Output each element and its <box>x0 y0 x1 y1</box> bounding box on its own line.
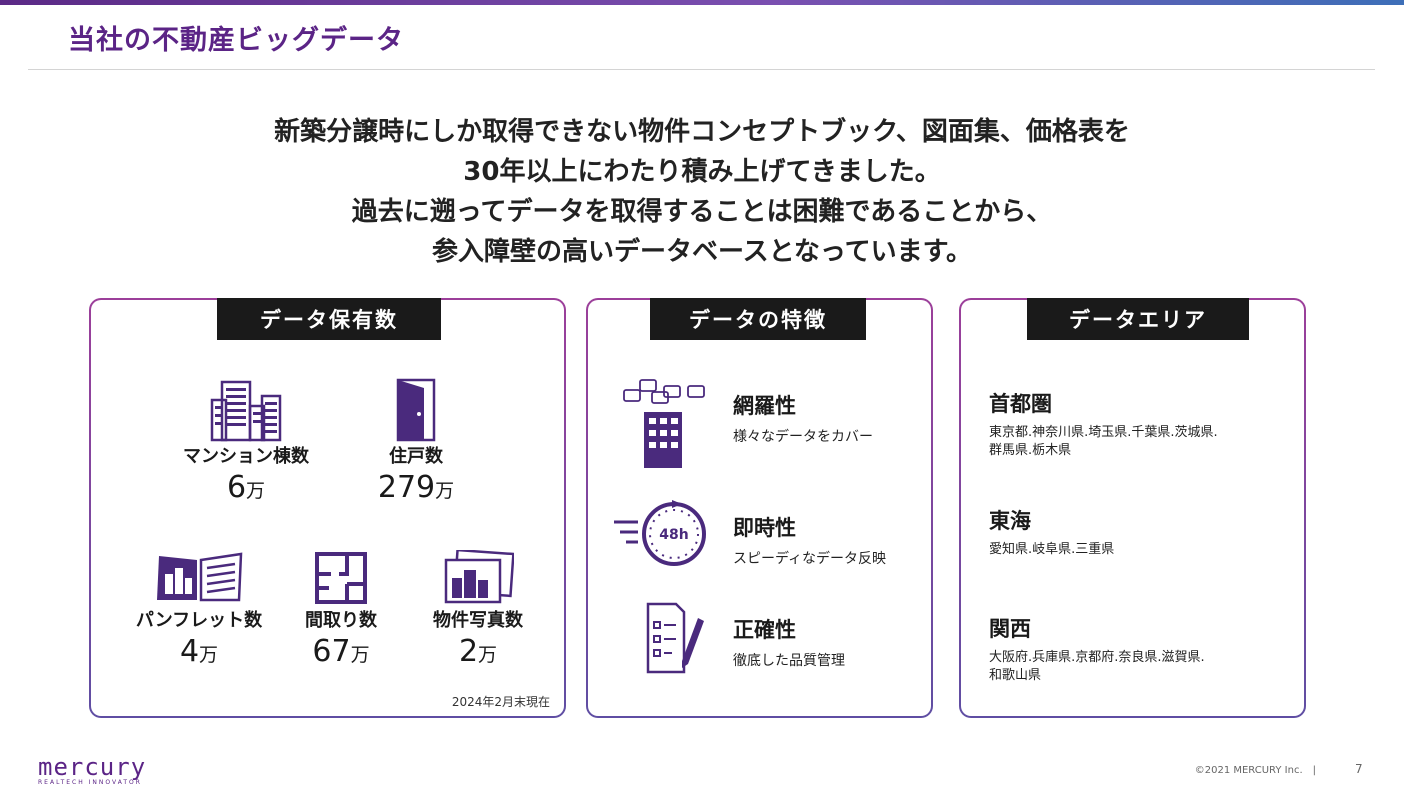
stat-value: 279万 <box>377 470 455 505</box>
lead-line: 30年以上にわたり積み上げてきました。 <box>463 157 941 187</box>
mercury-logo: mercury REALTECH INNOVATOR <box>38 753 147 786</box>
page-number: 7 <box>1355 762 1363 776</box>
stat-brochures: パンフレット数 4万 <box>129 550 269 669</box>
lead-line: 新築分譲時にしか取得できない物件コンセプトブック、図面集、価格表を <box>274 117 1130 147</box>
building-chat-icon <box>623 379 705 468</box>
feature-name: 正確性 <box>733 618 796 642</box>
stat-label: 住戸数 <box>389 446 443 467</box>
panel-title: データ保有数 <box>217 298 441 340</box>
stat-value: 2万 <box>458 634 498 669</box>
holdings-panel: データ保有数 マンション棟数 6万 住戸数 279万 パンフレット数 4万 間取… <box>89 298 566 718</box>
area-tokai: 東海 愛知県.岐阜県.三重県 <box>989 505 1289 559</box>
stat-label: マンション棟数 <box>183 446 309 467</box>
areas-panel: データエリア 首都圏 東京都.神奈川県.埼玉県.千葉県.茨城県. 群馬県.栃木県 … <box>959 298 1306 718</box>
feature-desc: 様々なデータをカバー <box>733 429 873 445</box>
panel-title: データの特徴 <box>650 298 866 340</box>
stat-value: 67万 <box>312 634 370 669</box>
stat-units: 住戸数 279万 <box>356 378 476 505</box>
brochure-icon <box>157 552 243 602</box>
stat-label: 物件写真数 <box>433 610 523 631</box>
stat-value: 4万 <box>179 634 219 669</box>
clock-48h-icon: 48h <box>614 500 706 566</box>
stat-label: パンフレット数 <box>135 610 263 631</box>
feature-desc: スピーディなデータ反映 <box>733 551 887 567</box>
photos-icon <box>444 550 514 604</box>
door-icon <box>396 378 436 442</box>
feature-name: 網羅性 <box>733 394 796 418</box>
area-list: 東京都.神奈川県.埼玉県.千葉県.茨城県. 群馬県.栃木県 <box>989 425 1218 458</box>
area-name: 東海 <box>989 509 1031 533</box>
top-accent-bar <box>0 0 1404 5</box>
title-divider <box>28 69 1375 70</box>
floorplan-icon <box>315 552 367 604</box>
stat-mansions: マンション棟数 6万 <box>171 378 321 505</box>
buildings-icon <box>210 380 282 442</box>
features-panel: データの特徴 網羅性 様々なデータをカバー 48h 即時性 スピーディなデータ反… <box>586 298 933 718</box>
as-of-note: 2024年2月末現在 <box>451 695 550 709</box>
lead-text: 新築分譲時にしか取得できない物件コンセプトブック、図面集、価格表を 30年以上に… <box>0 112 1404 272</box>
page-title: 当社の不動産ビッグデータ <box>68 25 404 56</box>
clock-48h-text: 48h <box>659 527 688 543</box>
area-list: 大阪府.兵庫県.京都府.奈良県.滋賀県. 和歌山県 <box>989 650 1205 683</box>
feature-accuracy: 正確性 徹底した品質管理 <box>588 602 931 682</box>
panel-title: データエリア <box>1027 298 1249 340</box>
area-list: 愛知県.岐阜県.三重県 <box>989 542 1115 557</box>
area-name: 関西 <box>989 617 1031 641</box>
stat-floorplans: 間取り数 67万 <box>291 550 391 669</box>
feature-speed: 48h 即時性 スピーディなデータ反映 <box>588 500 931 580</box>
stat-value: 6万 <box>226 470 266 505</box>
stat-label: 間取り数 <box>305 610 377 631</box>
feature-desc: 徹底した品質管理 <box>733 653 845 669</box>
checklist-icon <box>646 602 704 674</box>
area-name: 首都圏 <box>989 392 1052 416</box>
feature-name: 即時性 <box>733 516 796 540</box>
lead-line: 参入障壁の高いデータベースとなっています。 <box>431 237 973 267</box>
area-kansai: 関西 大阪府.兵庫県.京都府.奈良県.滋賀県. 和歌山県 <box>989 613 1289 685</box>
copyright: ©2021 MERCURY Inc. | <box>1194 765 1316 776</box>
feature-coverage: 網羅性 様々なデータをカバー <box>588 378 931 468</box>
stat-photos: 物件写真数 2万 <box>413 550 543 669</box>
area-shutoken: 首都圏 東京都.神奈川県.埼玉県.千葉県.茨城県. 群馬県.栃木県 <box>989 388 1289 460</box>
lead-line: 過去に遡ってデータを取得することは困難であることから、 <box>351 197 1053 227</box>
